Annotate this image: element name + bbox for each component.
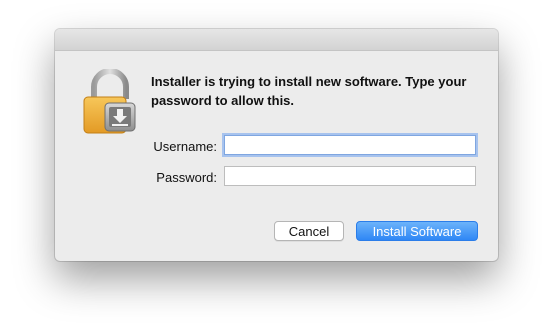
cancel-button[interactable]: Cancel	[274, 221, 344, 241]
dialog-message: Installer is trying to install new softw…	[151, 74, 467, 108]
dialog-titlebar[interactable]	[55, 29, 498, 51]
authentication-dialog: Installer is trying to install new softw…	[55, 29, 498, 261]
username-field[interactable]	[224, 135, 476, 155]
password-label: Password:	[156, 170, 217, 185]
install-software-button[interactable]: Install Software	[356, 221, 478, 241]
password-field[interactable]	[224, 166, 476, 186]
lock-icon	[80, 68, 140, 135]
username-label: Username:	[153, 139, 217, 154]
